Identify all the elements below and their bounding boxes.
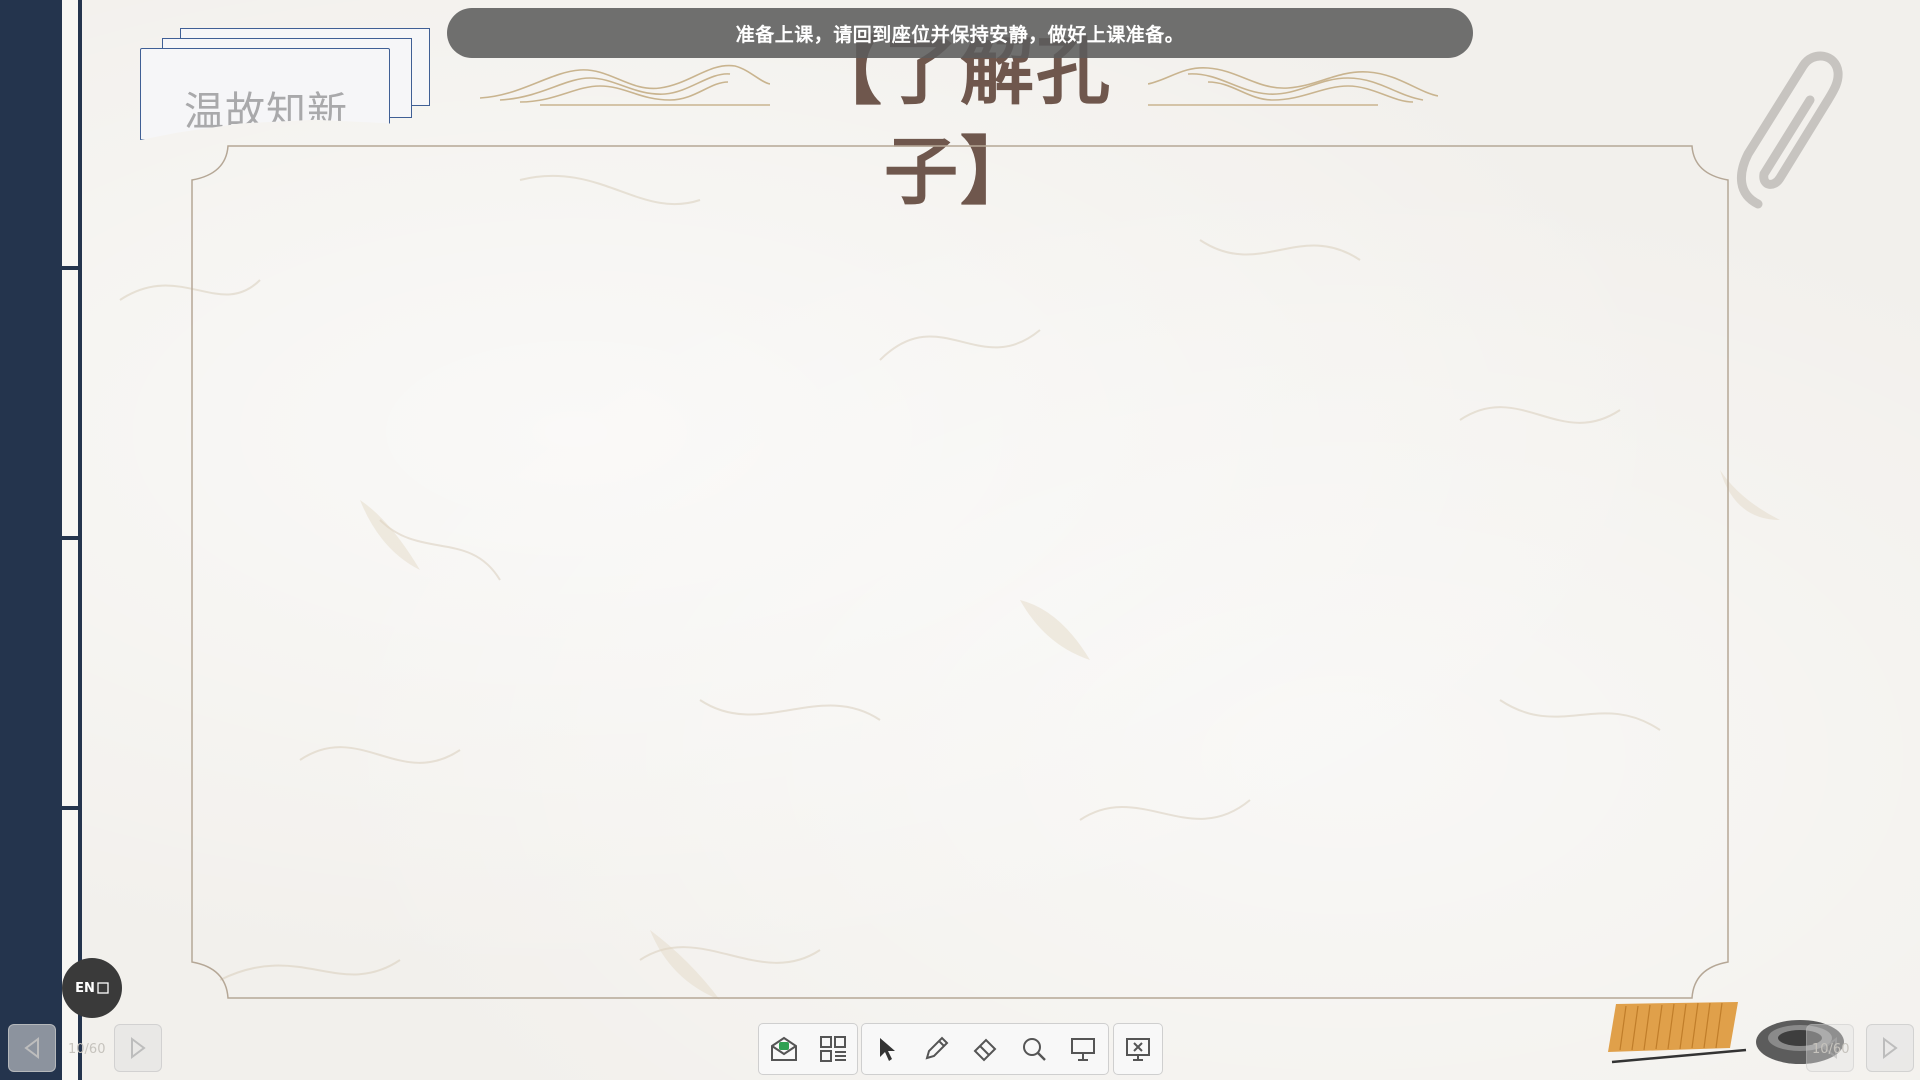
bamboo-scroll-decoration <box>1608 1002 1747 1064</box>
screen-board-icon <box>1071 1038 1096 1061</box>
prev-page-button[interactable] <box>8 1024 56 1072</box>
binding-strip <box>62 0 82 1080</box>
page-indicator-left: 10/60 <box>68 1042 106 1057</box>
next-page-button[interactable] <box>114 1024 162 1072</box>
apps-grid-button[interactable] <box>811 1027 855 1071</box>
screen-board-button[interactable] <box>1061 1027 1105 1071</box>
pen-icon <box>925 1036 949 1060</box>
paperclip-decoration <box>1736 51 1843 209</box>
binding-divider <box>62 536 82 540</box>
input-method-badge[interactable]: EN <box>62 958 122 1018</box>
toolbar-group-tools <box>861 1023 1109 1075</box>
keyboard-icon <box>97 982 109 994</box>
notification-text: 准备上课，请回到座位并保持安静，做好上课准备。 <box>735 23 1185 46</box>
tag-sheet: 温故知新 <box>140 48 390 140</box>
search-icon <box>1023 1038 1047 1061</box>
prev-arrow-icon <box>24 1037 39 1059</box>
binding-divider <box>62 266 82 270</box>
eraser-tool-button[interactable] <box>963 1027 1007 1071</box>
left-binding <box>0 0 62 1080</box>
pointer-arrow-icon <box>879 1038 895 1061</box>
next-arrow-icon <box>131 1037 146 1059</box>
toolbar-group-apps <box>758 1023 858 1075</box>
eraser-icon <box>973 1038 997 1062</box>
mountain-ornament-right <box>1148 67 1438 106</box>
binding-divider <box>62 806 82 810</box>
class-notification-banner: 准备上课，请回到座位并保持安静，做好上课准备。 <box>447 8 1473 58</box>
close-presentation-icon <box>1126 1038 1150 1061</box>
next-arrow-icon <box>1883 1037 1898 1059</box>
section-tag: 温故知新 <box>140 26 440 146</box>
pointer-tool-button[interactable] <box>865 1027 909 1071</box>
pen-tool-button[interactable] <box>914 1027 958 1071</box>
apps-grid-icon <box>819 1036 846 1062</box>
section-tag-label: 温故知新 <box>184 90 348 134</box>
classroom-envelope-button[interactable] <box>762 1027 806 1071</box>
next-page-button-right[interactable] <box>1866 1024 1914 1072</box>
search-tool-button[interactable] <box>1012 1027 1056 1071</box>
classroom-envelope-icon <box>770 1036 797 1061</box>
toolbar-group-exit <box>1113 1023 1163 1075</box>
ime-label: EN <box>75 980 95 996</box>
close-presentation-button[interactable] <box>1116 1027 1160 1071</box>
page-indicator-right: 10/60 <box>1812 1042 1850 1057</box>
mountain-ornament-left <box>480 64 770 106</box>
content-frame <box>191 145 1729 999</box>
